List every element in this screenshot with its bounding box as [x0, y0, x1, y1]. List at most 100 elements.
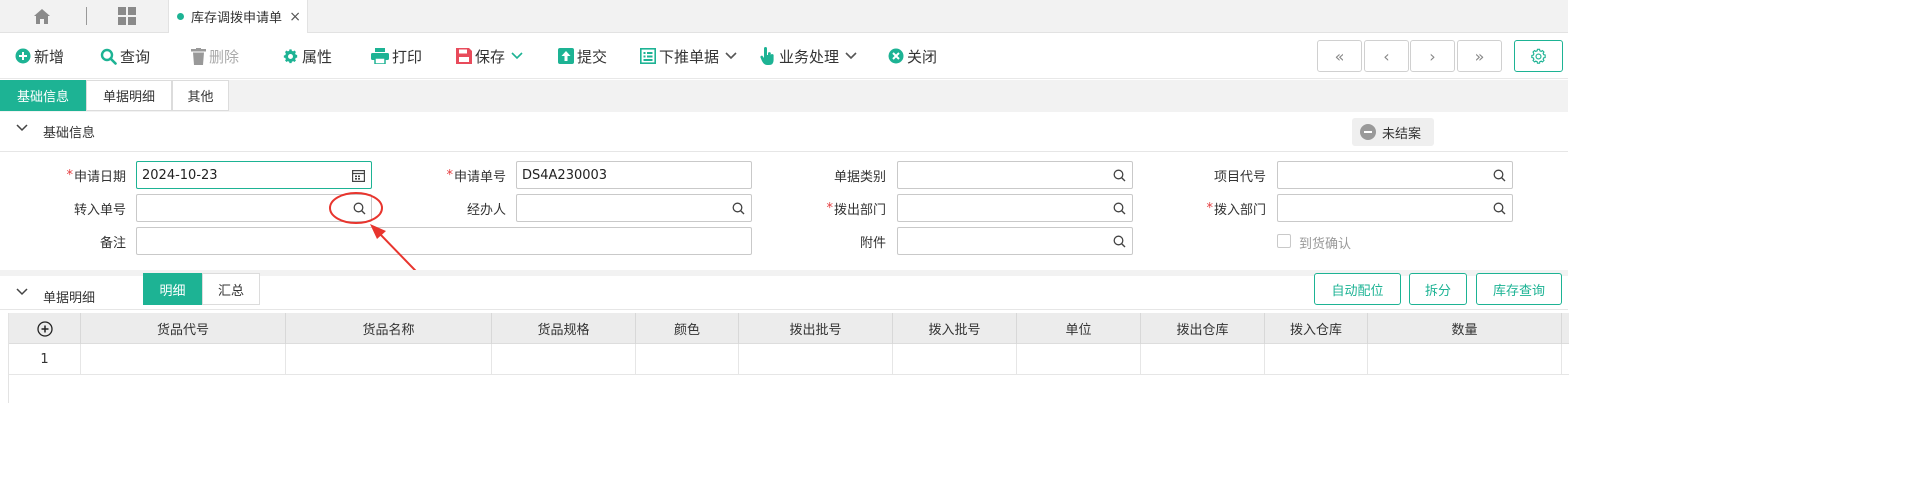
chevron-down-icon[interactable]	[16, 124, 28, 132]
grid-apps-icon[interactable]	[116, 6, 138, 26]
table-cell[interactable]	[1368, 344, 1562, 375]
apply-date-field[interactable]	[136, 161, 372, 189]
first-record-button[interactable]: «	[1317, 40, 1362, 72]
chevron-down-icon[interactable]	[16, 288, 28, 296]
required-mark: *	[66, 167, 73, 183]
column-header[interactable]: 货品名称	[286, 313, 492, 344]
print-button[interactable]: 打印	[371, 44, 422, 68]
transfer-in-no-input[interactable]	[137, 195, 371, 221]
column-header[interactable]: 拨入批号	[893, 313, 1017, 344]
table-cell[interactable]	[81, 344, 286, 375]
tab-document-detail[interactable]: 单据明细	[86, 80, 172, 111]
project-code-input[interactable]	[1278, 162, 1512, 188]
apply-date-input[interactable]	[137, 162, 371, 188]
column-header[interactable]: 单位	[1017, 313, 1141, 344]
basic-info-section-header[interactable]: 基础信息	[0, 112, 1568, 152]
search-icon[interactable]	[1493, 169, 1506, 182]
handler-input[interactable]	[517, 195, 751, 221]
status-text: 未结案	[1382, 126, 1422, 142]
out-dept-field[interactable]	[897, 194, 1133, 222]
gear-icon	[283, 48, 298, 63]
split-button[interactable]: 拆分	[1409, 273, 1467, 305]
remark-field[interactable]	[136, 227, 752, 255]
in-dept-input[interactable]	[1278, 195, 1512, 221]
close-circle-icon	[888, 48, 904, 64]
project-code-field[interactable]	[1277, 161, 1513, 189]
query-label: 查询	[120, 47, 151, 66]
add-row-icon[interactable]	[9, 313, 81, 344]
home-icon[interactable]	[31, 6, 53, 26]
doc-type-input[interactable]	[898, 162, 1132, 188]
search-icon[interactable]	[732, 202, 745, 215]
handler-field[interactable]	[516, 194, 752, 222]
table-cell[interactable]	[739, 344, 893, 375]
column-header[interactable]: 拨入仓库	[1265, 313, 1368, 344]
table-cell[interactable]	[492, 344, 636, 375]
delete-label: 删除	[209, 47, 240, 66]
business-process-label: 业务处理	[779, 47, 840, 66]
save-button[interactable]: 保存	[456, 44, 526, 68]
add-button[interactable]: 新增	[15, 44, 64, 68]
in-dept-field[interactable]	[1277, 194, 1513, 222]
delete-button[interactable]: 删除	[191, 44, 239, 68]
column-header[interactable]: 拨出仓库	[1141, 313, 1265, 344]
last-record-button[interactable]: »	[1457, 40, 1502, 72]
doc-type-field[interactable]	[897, 161, 1133, 189]
search-icon[interactable]	[1113, 169, 1126, 182]
close-button[interactable]: 关闭	[888, 44, 937, 68]
remark-input[interactable]	[137, 228, 751, 254]
search-icon[interactable]	[353, 202, 366, 215]
search-icon[interactable]	[1113, 202, 1126, 215]
submit-button[interactable]: 提交	[558, 44, 607, 68]
grid-header: 货品代号 货品名称 货品规格 颜色 拨出批号 拨入批号 单位 拨出仓库 拨入仓库…	[9, 313, 1569, 344]
out-dept-input[interactable]	[898, 195, 1132, 221]
column-header[interactable]: 颜色	[636, 313, 739, 344]
next-record-button[interactable]: ›	[1410, 40, 1455, 72]
search-icon[interactable]	[1493, 202, 1506, 215]
table-cell[interactable]	[893, 344, 1017, 375]
query-button[interactable]: 查询	[100, 44, 150, 68]
column-header[interactable]: 货品代号	[81, 313, 286, 344]
add-label: 新增	[34, 47, 65, 66]
tab-summary[interactable]: 汇总	[202, 273, 260, 305]
chevron-down-icon[interactable]	[845, 52, 857, 60]
tab-detail[interactable]: 明细	[143, 273, 202, 305]
settings-button[interactable]	[1514, 40, 1563, 72]
tab-other[interactable]: 其他	[172, 80, 229, 111]
transfer-in-no-field[interactable]	[136, 194, 372, 222]
table-cell[interactable]	[1141, 344, 1265, 375]
tab-stock-transfer-request[interactable]: 库存调拨申请单 ×	[168, 0, 308, 33]
push-down-button[interactable]: 下推单据	[640, 44, 740, 68]
auto-allocate-button[interactable]: 自动配位	[1314, 273, 1401, 305]
properties-button[interactable]: 属性	[282, 44, 332, 68]
table-row[interactable]: 1	[9, 344, 1569, 375]
attachment-input[interactable]	[898, 228, 1132, 254]
push-down-label: 下推单据	[659, 47, 720, 66]
apply-no-field[interactable]	[516, 161, 752, 189]
chevron-down-icon[interactable]	[725, 52, 737, 60]
close-tab-icon[interactable]: ×	[289, 9, 301, 25]
required-mark: *	[826, 200, 833, 216]
previous-record-button[interactable]: ‹	[1364, 40, 1409, 72]
in-dept-label: * 拨入部门	[1206, 200, 1266, 218]
table-cell[interactable]	[1017, 344, 1141, 375]
apply-no-input[interactable]	[517, 162, 751, 188]
chevron-down-icon[interactable]	[511, 52, 523, 60]
tab-divider	[86, 7, 87, 25]
column-header[interactable]: 数量	[1368, 313, 1562, 344]
page: 库存调拨申请单 × 新增 查询 删除 属性 打印 保存 提交 下推单据 业务处理…	[0, 0, 1569, 403]
calendar-icon[interactable]	[352, 169, 365, 182]
required-mark: *	[446, 167, 453, 183]
table-cell[interactable]	[636, 344, 739, 375]
table-cell[interactable]	[286, 344, 492, 375]
column-header[interactable]: 拨出批号	[739, 313, 893, 344]
column-header[interactable]: 货品规格	[492, 313, 636, 344]
attachment-field[interactable]	[897, 227, 1133, 255]
table-cell[interactable]	[1265, 344, 1368, 375]
stock-query-button[interactable]: 库存查询	[1476, 273, 1562, 305]
search-icon[interactable]	[1113, 235, 1126, 248]
arrival-confirm-checkbox[interactable]	[1277, 234, 1291, 248]
gear-icon	[1531, 48, 1546, 64]
business-process-button[interactable]: 业务处理	[760, 44, 860, 68]
tab-basic-info[interactable]: 基础信息	[0, 80, 86, 111]
